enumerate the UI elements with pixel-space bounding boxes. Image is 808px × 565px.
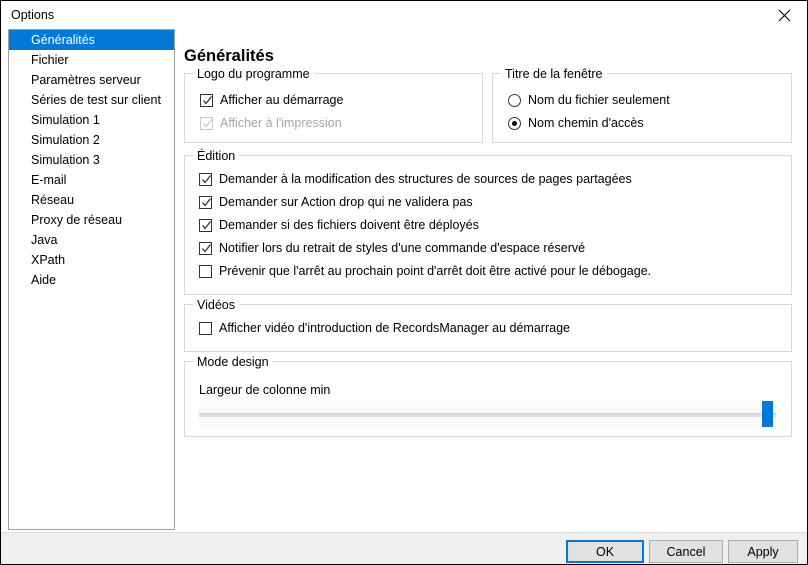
sidebar-item-xpath[interactable]: XPath (9, 250, 174, 270)
radio-dot (512, 120, 517, 126)
sidebar-item-proxy-de-reseau[interactable]: Proxy de réseau (9, 210, 174, 230)
sidebar-item-parametres-serveur[interactable]: Paramètres serveur (9, 70, 174, 90)
settings-content-panel: Généralités Logo du programme Afficher a… (175, 29, 801, 530)
sidebar-item-java[interactable]: Java (9, 230, 174, 250)
checkbox-box (200, 93, 213, 107)
group-legend-window-title: Titre de la fenêtre (501, 67, 607, 81)
check-icon (202, 220, 212, 230)
slider-thumb[interactable] (762, 401, 773, 427)
sidebar-item-series-de-test-sur-client[interactable]: Séries de test sur client (9, 90, 174, 110)
checkbox-label: Afficher vidéo d'introduction de Records… (219, 321, 570, 335)
group-legend-logo: Logo du programme (193, 67, 314, 81)
checkbox-prevenir-arret-point-arret[interactable]: Prévenir que l'arrêt au prochain point d… (199, 264, 651, 278)
column-width-slider[interactable] (199, 401, 776, 429)
group-videos: Vidéos Afficher vidéo d'introduction de … (184, 298, 792, 352)
checkbox-afficher-video-introduction[interactable]: Afficher vidéo d'introduction de Records… (199, 321, 570, 335)
checkbox-afficher-au-demarrage[interactable]: Afficher au démarrage (200, 93, 343, 107)
radio-nom-chemin-d-acces[interactable]: Nom chemin d'accès (508, 116, 644, 130)
group-legend-videos: Vidéos (193, 298, 239, 312)
options-dialog: Options Généralités Fichier Paramètres s… (0, 0, 808, 565)
sidebar-item-fichier[interactable]: Fichier (9, 50, 174, 70)
checkbox-box (199, 321, 212, 335)
group-mode-design: Mode design Largeur de colonne min (184, 355, 792, 437)
checkbox-label: Prévenir que l'arrêt au prochain point d… (219, 264, 652, 278)
slider-label-largeur-colonne-min: Largeur de colonne min (199, 383, 331, 397)
check-icon (203, 118, 213, 128)
radio-label: Nom chemin d'accès (528, 116, 644, 130)
checkbox-box (199, 264, 212, 278)
checkbox-label: Afficher à l'impression (220, 116, 342, 130)
sidebar-item-email[interactable]: E-mail (9, 170, 174, 190)
slider-track (199, 413, 776, 417)
group-titre-de-la-fenetre: Titre de la fenêtre Nom du fichier seule… (492, 67, 792, 143)
group-legend-edition: Édition (193, 149, 240, 163)
checkbox-label: Demander sur Action drop qui ne validera… (219, 195, 473, 209)
check-icon (202, 243, 212, 253)
radio-circle (508, 116, 521, 130)
sidebar-item-simulation-3[interactable]: Simulation 3 (9, 150, 174, 170)
sidebar-item-reseau[interactable]: Réseau (9, 190, 174, 210)
checkbox-demander-action-drop[interactable]: Demander sur Action drop qui ne validera… (199, 195, 473, 209)
checkbox-box (199, 195, 212, 209)
page-title: Généralités (184, 47, 274, 66)
sidebar-item-generalites[interactable]: Généralités (9, 30, 174, 50)
sidebar-item-aide[interactable]: Aide (9, 270, 174, 290)
close-icon[interactable] (761, 1, 807, 29)
sidebar-item-simulation-1[interactable]: Simulation 1 (9, 110, 174, 130)
window-title: Options (11, 8, 55, 22)
checkbox-label: Afficher au démarrage (220, 93, 344, 107)
check-icon (202, 197, 212, 207)
check-icon (203, 95, 213, 105)
checkbox-notifier-retrait-styles[interactable]: Notifier lors du retrait de styles d'une… (199, 241, 585, 255)
radio-label: Nom du fichier seulement (528, 93, 670, 107)
check-icon (202, 174, 212, 184)
radio-nom-du-fichier-seulement[interactable]: Nom du fichier seulement (508, 93, 670, 107)
checkbox-box (199, 218, 212, 232)
checkbox-label: Demander si des fichiers doivent être dé… (219, 218, 479, 232)
checkbox-afficher-a-l-impression: Afficher à l'impression (200, 116, 342, 130)
checkbox-box (199, 241, 212, 255)
group-logo-du-programme: Logo du programme Afficher au démarrage … (184, 67, 483, 143)
ok-button[interactable]: OK (566, 540, 644, 563)
sidebar-category-list[interactable]: Généralités Fichier Paramètres serveur S… (8, 29, 175, 530)
checkbox-label: Notifier lors du retrait de styles d'une… (219, 241, 586, 255)
checkbox-demander-fichiers-deployes[interactable]: Demander si des fichiers doivent être dé… (199, 218, 479, 232)
checkbox-box (200, 116, 213, 130)
checkbox-box (199, 172, 212, 186)
group-edition: Édition Demander à la modification des s… (184, 149, 792, 295)
group-legend-mode-design: Mode design (193, 355, 273, 369)
title-bar: Options (1, 1, 807, 29)
cancel-button[interactable]: Cancel (649, 540, 723, 563)
apply-button[interactable]: Apply (728, 540, 798, 563)
radio-circle (508, 93, 521, 107)
dialog-footer: OK Cancel Apply (1, 532, 807, 564)
sidebar-item-simulation-2[interactable]: Simulation 2 (9, 130, 174, 150)
checkbox-label: Demander à la modification des structure… (219, 172, 632, 186)
checkbox-demander-modification-structures[interactable]: Demander à la modification des structure… (199, 172, 632, 186)
